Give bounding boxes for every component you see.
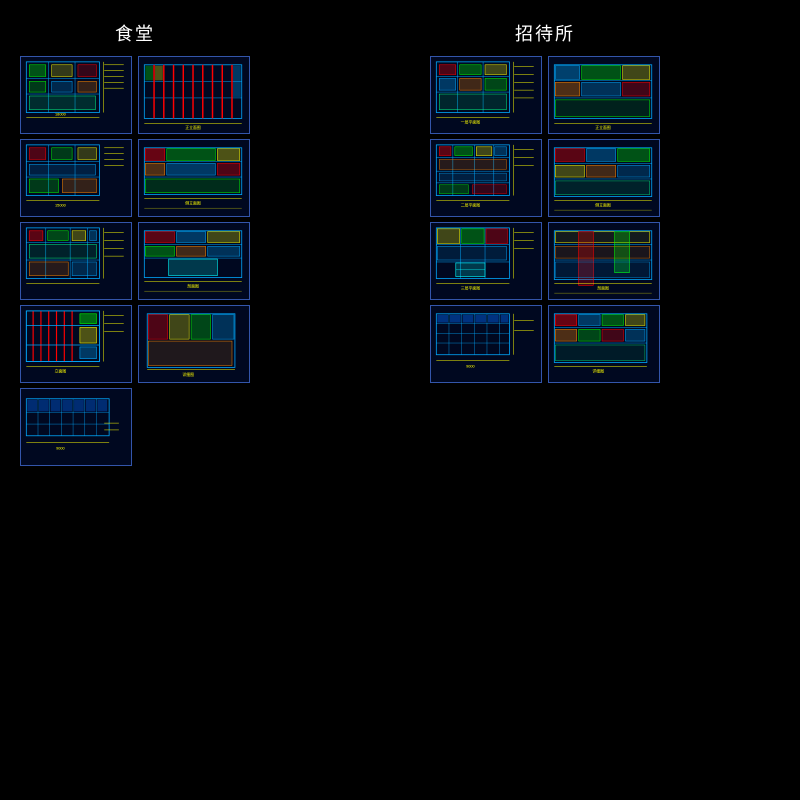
right-col1: 一层平面图 xyxy=(430,56,542,383)
right-c1-1[interactable]: 一层平面图 xyxy=(430,56,542,134)
left-col1: 18000 xyxy=(20,56,132,466)
left-c2-2[interactable]: 侧立面图 xyxy=(138,139,250,217)
right-c1-4[interactable]: 9000 xyxy=(430,305,542,383)
svg-text:剖面图: 剖面图 xyxy=(187,283,199,288)
svg-text:详细图: 详细图 xyxy=(592,368,604,373)
right-c2-1[interactable]: 正立面图 xyxy=(548,56,660,134)
svg-text:侧立面图: 侧立面图 xyxy=(595,202,611,207)
left-c1-2[interactable]: 15000 xyxy=(20,139,132,217)
left-c1-5[interactable]: 9000 xyxy=(20,388,132,466)
left-c2-4[interactable]: 详细图 xyxy=(138,305,250,383)
svg-text:9000: 9000 xyxy=(56,445,65,450)
left-c1-1[interactable]: 18000 xyxy=(20,56,132,134)
left-col2: 正立面图 xyxy=(138,56,250,383)
svg-text:正立面图: 正立面图 xyxy=(595,125,611,130)
right-section-title: 招待所 xyxy=(515,20,575,46)
left-c2-1[interactable]: 正立面图 xyxy=(138,56,250,134)
left-section: 食堂 xyxy=(20,20,250,466)
left-section-grid: 18000 xyxy=(20,56,250,466)
svg-text:9000: 9000 xyxy=(466,363,475,368)
right-c1-2[interactable]: 二层平面图 xyxy=(430,139,542,217)
right-c1-3[interactable]: 三层平面图 xyxy=(430,222,542,300)
left-section-title: 食堂 xyxy=(115,20,155,46)
left-c2-3[interactable]: 剖面图 xyxy=(138,222,250,300)
left-c1-3[interactable] xyxy=(20,222,132,300)
svg-text:15000: 15000 xyxy=(55,202,66,207)
right-c2-2[interactable]: 侧立面图 xyxy=(548,139,660,217)
svg-text:立面图: 立面图 xyxy=(55,368,67,373)
right-c2-3[interactable]: 剖面图 xyxy=(548,222,660,300)
svg-text:侧立面图: 侧立面图 xyxy=(185,200,201,205)
svg-text:二层平面图: 二层平面图 xyxy=(461,202,481,207)
right-section-grid: 一层平面图 xyxy=(430,56,660,383)
svg-text:一层平面图: 一层平面图 xyxy=(461,119,481,124)
right-c2-4[interactable]: 详细图 xyxy=(548,305,660,383)
main-container: 食堂 xyxy=(0,0,800,800)
svg-text:正立面图: 正立面图 xyxy=(185,125,201,130)
right-section: 招待所 xyxy=(430,20,660,383)
svg-text:18000: 18000 xyxy=(55,111,66,116)
svg-text:三层平面图: 三层平面图 xyxy=(461,285,481,290)
svg-text:剖面图: 剖面图 xyxy=(597,285,609,290)
left-c1-4[interactable]: 立面图 xyxy=(20,305,132,383)
right-col2: 正立面图 xyxy=(548,56,660,383)
svg-text:详细图: 详细图 xyxy=(182,372,194,377)
